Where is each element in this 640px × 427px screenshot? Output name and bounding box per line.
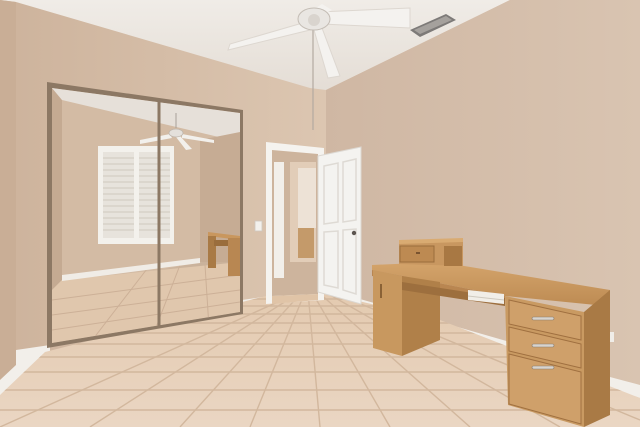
mirrored-closet-doors (47, 82, 243, 348)
open-doorway (266, 142, 324, 304)
room-illustration (0, 0, 640, 427)
left-corner-wall (0, 0, 16, 380)
interior-door (317, 146, 362, 305)
room-photo (0, 0, 640, 427)
light-switch (254, 220, 263, 232)
door-knob (351, 230, 357, 236)
reflected-window-shutters (98, 146, 174, 244)
